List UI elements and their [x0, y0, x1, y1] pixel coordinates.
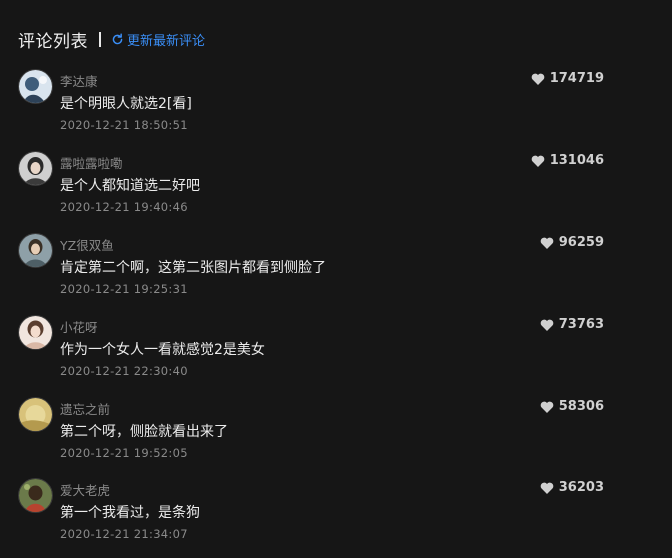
like-button[interactable]: 96259 — [540, 235, 604, 250]
refresh-icon — [112, 32, 123, 44]
comment-username[interactable]: 露啦露啦嘞 — [60, 153, 123, 172]
heart-icon — [531, 73, 545, 85]
avatar[interactable] — [18, 315, 53, 350]
title-divider — [99, 31, 101, 47]
avatar[interactable] — [18, 397, 53, 432]
comment-item: 李达康 是个明眼人就选2[看] 2020-12-21 18:50:51 1747… — [18, 69, 618, 149]
heart-icon — [540, 237, 554, 249]
comment-username[interactable]: 小花呀 — [60, 317, 98, 336]
comment-text: 第一个我看过，是条狗 — [60, 505, 200, 521]
like-count: 96259 — [558, 235, 604, 250]
heart-icon — [540, 319, 554, 331]
like-button[interactable]: 131046 — [531, 153, 604, 168]
comment-text: 是个人都知道选二好吧 — [60, 178, 200, 194]
refresh-comments-button[interactable]: 更新最新评论 — [111, 30, 205, 49]
like-count: 131046 — [549, 153, 604, 168]
comment-username[interactable]: 爱大老虎 — [60, 480, 110, 499]
comment-username[interactable]: 遗忘之前 — [60, 399, 110, 418]
comment-text: 作为一个女人一看就感觉2是美女 — [60, 342, 265, 358]
comment-item: 露啦露啦嘞 是个人都知道选二好吧 2020-12-21 19:40:46 131… — [18, 151, 618, 231]
comment-item: 爱大老虎 第一个我看过，是条狗 2020-12-21 21:34:07 3620… — [18, 478, 618, 558]
comment-timestamp: 2020-12-21 21:34:07 — [60, 527, 188, 541]
like-button[interactable]: 36203 — [540, 480, 604, 495]
comment-timestamp: 2020-12-21 19:40:46 — [60, 200, 188, 214]
avatar[interactable] — [18, 151, 53, 186]
comment-item: 小花呀 作为一个女人一看就感觉2是美女 2020-12-21 22:30:40 … — [18, 315, 618, 395]
heart-icon — [531, 155, 545, 167]
like-count: 73763 — [558, 317, 604, 332]
comment-username[interactable]: 李达康 — [60, 71, 98, 90]
avatar[interactable] — [18, 478, 53, 513]
like-button[interactable]: 174719 — [531, 71, 604, 86]
comment-username[interactable]: YZ很双鱼 — [60, 235, 114, 254]
comment-timestamp: 2020-12-21 19:52:05 — [60, 446, 188, 460]
comment-text: 肯定第二个啊，这第二张图片都看到侧脸了 — [60, 260, 326, 276]
comment-timestamp: 2020-12-21 22:30:40 — [60, 364, 188, 378]
like-count: 36203 — [558, 480, 604, 495]
comment-item: 遗忘之前 第二个呀，侧脸就看出来了 2020-12-21 19:52:05 58… — [18, 397, 618, 477]
avatar[interactable] — [18, 69, 53, 104]
like-button[interactable]: 73763 — [540, 317, 604, 332]
heart-icon — [540, 401, 554, 413]
avatar[interactable] — [18, 233, 53, 268]
comment-timestamp: 2020-12-21 19:25:31 — [60, 282, 188, 296]
like-count: 174719 — [549, 71, 604, 86]
comment-text: 第二个呀，侧脸就看出来了 — [60, 424, 228, 440]
comment-text: 是个明眼人就选2[看] — [60, 96, 192, 112]
like-count: 58306 — [558, 399, 604, 414]
comment-list-header: 评论列表 更新最新评论 — [18, 26, 205, 52]
comment-item: YZ很双鱼 肯定第二个啊，这第二张图片都看到侧脸了 2020-12-21 19:… — [18, 233, 618, 313]
comment-timestamp: 2020-12-21 18:50:51 — [60, 118, 188, 132]
refresh-comments-label: 更新最新评论 — [127, 33, 206, 49]
like-button[interactable]: 58306 — [540, 399, 604, 414]
heart-icon — [540, 482, 554, 494]
page-title: 评论列表 — [18, 31, 88, 52]
